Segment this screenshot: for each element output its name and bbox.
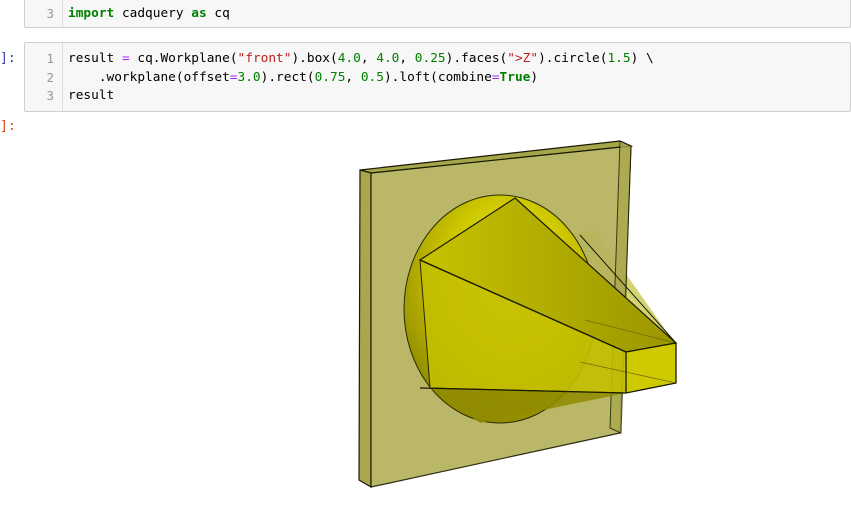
- code-token: import: [68, 6, 115, 21]
- code-token: cq.Workplane(: [129, 51, 238, 66]
- code-token: 4.0: [337, 51, 361, 66]
- code-token: 0.75: [314, 69, 346, 85]
- code-line[interactable]: .workplane(offset=3.0).rect(0.75, 0.5).l…: [68, 69, 538, 88]
- code-token: 1.5: [607, 51, 631, 66]
- code-token: ,: [399, 51, 415, 66]
- code-cell-1[interactable]: 3 import cadquery as cq: [24, 0, 851, 28]
- rect-end-face: [625, 342, 677, 394]
- code-token: 3.0: [237, 69, 261, 85]
- code-token: ,: [345, 69, 361, 85]
- code-token: ) \: [630, 51, 654, 66]
- line-number: 2: [46, 69, 54, 85]
- code-line[interactable]: result = cq.Workplane("front").box(4.0, …: [68, 50, 654, 69]
- code-token: True: [499, 69, 531, 85]
- code-token: 4.0: [376, 51, 400, 66]
- code-token: ">Z": [507, 51, 539, 66]
- line-number: 3: [46, 88, 54, 103]
- code-token: cq: [206, 6, 230, 21]
- line-number-gutter: 1 2 3: [25, 43, 63, 111]
- code-token: =: [229, 69, 238, 85]
- code-line[interactable]: result: [68, 87, 114, 106]
- line-number: 3: [46, 6, 54, 21]
- code-token: cadquery: [114, 6, 192, 21]
- code-token: =: [491, 69, 500, 85]
- code-token: ,: [360, 51, 377, 66]
- code-token: ).faces(: [445, 51, 508, 66]
- code-token: 0.5: [360, 69, 384, 85]
- code-line[interactable]: import cadquery as cq: [68, 5, 230, 24]
- code-token: ).loft(combine: [383, 69, 492, 85]
- line-number-gutter: 3: [25, 0, 63, 27]
- plate-left-edge: [358, 169, 372, 489]
- cadquery-model-view[interactable]: [0, 118, 851, 522]
- code-token: 0.25: [414, 51, 446, 66]
- code-token: ).box(: [291, 51, 338, 66]
- code-token: =: [121, 51, 130, 66]
- line-number: 1: [46, 51, 54, 66]
- code-token: result: [68, 88, 115, 103]
- code-token: result: [68, 51, 122, 66]
- code-token: .workplane(offset: [68, 69, 230, 85]
- input-prompt: ]:: [0, 51, 16, 66]
- code-token: ).circle(: [538, 51, 608, 66]
- code-token: "front": [237, 51, 292, 66]
- code-token: ).rect(: [260, 69, 315, 85]
- 3d-render-output[interactable]: [0, 118, 851, 522]
- code-token: ): [530, 69, 539, 85]
- code-cell-2[interactable]: 123 result = cq.Workplane("front").box(4…: [24, 42, 851, 112]
- code-token: as: [191, 6, 207, 21]
